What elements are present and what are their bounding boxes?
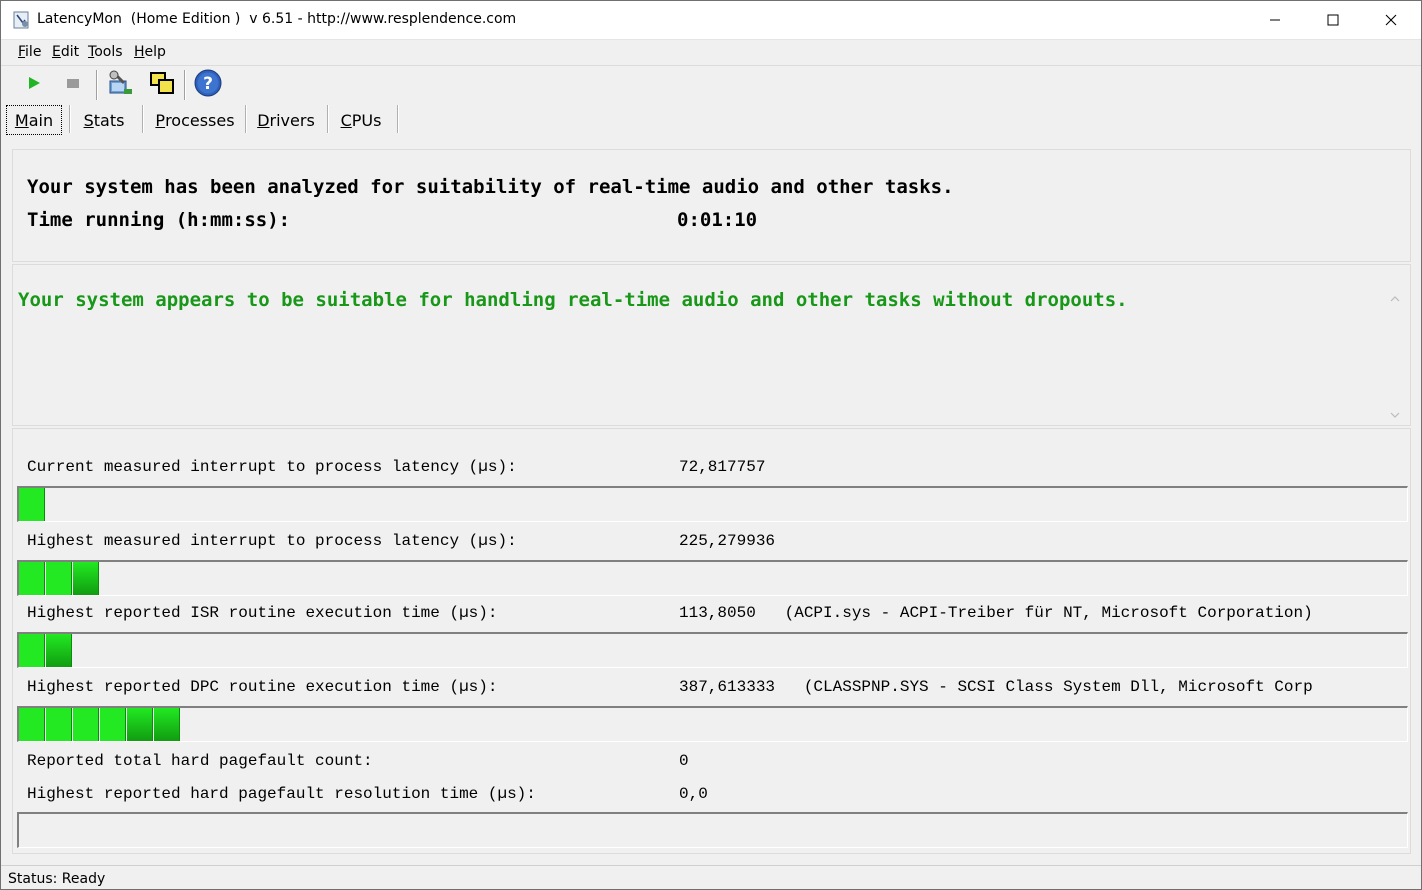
bar-segment [19, 634, 45, 667]
dpc-label: Highest reported DPC routine execution t… [27, 678, 498, 696]
app-icon [13, 11, 31, 29]
play-icon [26, 75, 42, 95]
help-button[interactable]: ? [193, 68, 223, 102]
toolbar-separator [96, 70, 98, 100]
window-title: LatencyMon (Home Edition ) v 6.51 - http… [37, 11, 517, 27]
start-button[interactable] [19, 70, 49, 100]
tab-main[interactable]: Main [6, 105, 62, 135]
pagefault-time-bar [17, 812, 1408, 848]
bar-segment [100, 708, 126, 741]
bar-segment [19, 708, 45, 741]
pagefault-time-value: 0,0 [679, 785, 708, 803]
dpc-bar [17, 706, 1408, 742]
tab-separator [69, 105, 71, 133]
isr-bar [17, 632, 1408, 668]
toolbar: ? [1, 65, 1421, 103]
toolbar-separator [184, 70, 186, 100]
bar-segment [73, 708, 99, 741]
current-latency-bar-fill [19, 488, 46, 521]
pagefault-count-label: Reported total hard pagefault count: [27, 752, 373, 770]
analysis-message: Your system has been analyzed for suitab… [27, 176, 954, 198]
tab-cpus[interactable]: C PUs [333, 105, 389, 135]
close-button[interactable] [1362, 1, 1420, 39]
menu-edit[interactable]: Edit [52, 44, 79, 60]
pagefault-time-label: Highest reported hard pagefault resoluti… [27, 785, 536, 803]
tab-drivers[interactable]: Drivers [251, 105, 321, 135]
minimize-button[interactable] [1246, 1, 1304, 39]
windows-icon [148, 69, 176, 101]
tab-processes[interactable]: Processes [148, 105, 242, 135]
menu-bar: File Edit Tools Help [1, 39, 1421, 65]
stop-button[interactable] [58, 70, 88, 100]
analyze-icon [106, 69, 134, 101]
analyze-button[interactable] [105, 70, 135, 100]
maximize-icon [1327, 11, 1339, 30]
current-latency-label: Current measured interrupt to process la… [27, 458, 517, 476]
menu-help[interactable]: Help [134, 44, 166, 60]
tab-stats[interactable]: Stats [75, 105, 133, 135]
tab-separator [245, 105, 247, 133]
dpc-value: 387,613333 (CLASSPNP.SYS - SCSI Class Sy… [679, 678, 1313, 696]
menu-file[interactable]: File [18, 44, 41, 60]
bar-segment [46, 562, 72, 595]
minimize-icon [1269, 11, 1281, 30]
isr-label: Highest reported ISR routine execution t… [27, 604, 498, 622]
highest-latency-label: Highest measured interrupt to process la… [27, 532, 517, 550]
status-bar: Status: Ready [1, 865, 1421, 890]
tab-separator [397, 105, 399, 133]
close-icon [1385, 11, 1397, 30]
current-latency-bar [17, 486, 1408, 522]
stop-icon [65, 75, 81, 95]
dpc-bar-fill [19, 708, 181, 741]
metrics-panel: Current measured interrupt to process la… [12, 428, 1411, 854]
help-icon: ? [193, 68, 223, 102]
isr-bar-fill [19, 634, 73, 667]
windows-button[interactable] [147, 70, 177, 100]
bar-segment [46, 708, 72, 741]
title-bar[interactable]: LatencyMon (Home Edition ) v 6.51 - http… [1, 1, 1421, 39]
tab-separator [327, 105, 329, 133]
bar-segment [154, 708, 180, 741]
maximize-button[interactable] [1304, 1, 1362, 39]
time-running-label: Time running (h:mm:ss): [27, 209, 291, 231]
summary-panel: Your system has been analyzed for suitab… [12, 149, 1411, 262]
pagefault-count-value: 0 [679, 752, 689, 770]
highest-latency-bar [17, 560, 1408, 596]
bar-segment [127, 708, 153, 741]
highest-latency-bar-fill [19, 562, 100, 595]
scroll-down-icon[interactable] [1390, 407, 1400, 421]
svg-text:?: ? [203, 74, 213, 94]
verdict-message: Your system appears to be suitable for h… [18, 289, 1128, 311]
bar-segment [46, 634, 72, 667]
verdict-panel[interactable]: Your system appears to be suitable for h… [12, 264, 1411, 426]
tab-separator [142, 105, 144, 133]
tab-bar: Main Stats Processes Drivers C PUs [1, 101, 1421, 137]
isr-value: 113,8050 (ACPI.sys - ACPI-Treiber für NT… [679, 604, 1313, 622]
current-latency-value: 72,817757 [679, 458, 766, 476]
bar-segment [19, 562, 45, 595]
bar-segment [73, 562, 99, 595]
bar-segment [19, 488, 45, 521]
time-running-value: 0:01:10 [677, 209, 758, 231]
menu-tools[interactable]: Tools [88, 44, 123, 60]
latencymon-window: LatencyMon (Home Edition ) v 6.51 - http… [0, 0, 1422, 890]
scroll-up-icon[interactable] [1390, 291, 1400, 305]
status-text: Status: Ready [8, 871, 106, 887]
highest-latency-value: 225,279936 [679, 532, 776, 550]
